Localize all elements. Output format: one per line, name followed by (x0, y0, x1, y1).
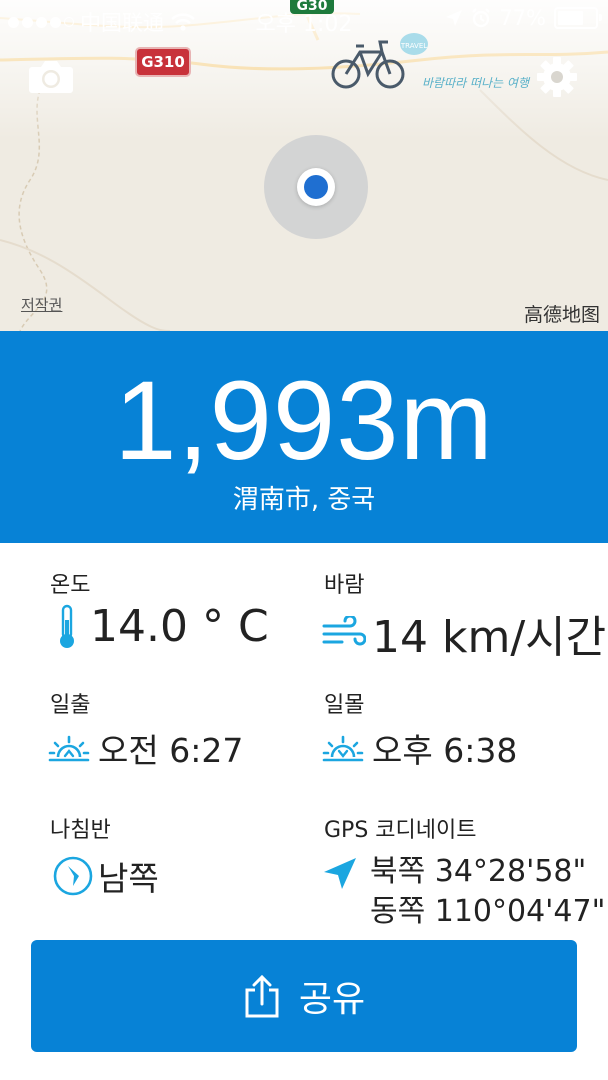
gps-icon-wrap (322, 856, 358, 890)
camera-icon (29, 61, 73, 93)
sunrise-icon (48, 735, 90, 762)
temperature-label: 온도 (50, 573, 91, 598)
gps-latitude: 북쪽 34°28'58" (370, 854, 587, 889)
compass-value: 남쪽 (98, 859, 159, 898)
current-location-marker[interactable] (297, 168, 335, 206)
compass-icon (53, 856, 93, 896)
sunset-value-row: 오후 6:38 (322, 724, 517, 772)
wind-value-row: 14 km/시간 (322, 601, 606, 665)
battery-icon (554, 7, 602, 29)
location-name: 渭南市, 중국 (232, 485, 376, 515)
settings-button[interactable] (536, 56, 578, 98)
wind-icon (322, 616, 366, 646)
gear-icon (537, 57, 577, 97)
elevation-value: 1,993m (114, 358, 494, 483)
gps-longitude: 동쪽 110°04'47" (370, 894, 606, 929)
elevation-panel: 1,993m 渭南市, 중국 (0, 331, 608, 543)
map-copyright-link[interactable]: 저작권 (21, 294, 62, 315)
logo-tagline: 바람따라 떠나는 여행 (422, 76, 529, 90)
temperature-value: 14.0 ° C (90, 601, 269, 652)
sunset-label: 일몰 (324, 693, 365, 718)
compass-label: 나침반 (50, 818, 111, 843)
location-arrow-icon (324, 858, 356, 889)
share-button[interactable]: 공유 (31, 940, 577, 1052)
sunset-value: 오후 6:38 (372, 731, 518, 770)
compass-value-row: 남쪽 (52, 852, 159, 900)
alarm-icon (472, 8, 491, 28)
location-services-icon (446, 10, 463, 26)
sunrise-value-row: 오전 6:27 (48, 724, 243, 772)
sunrise-value: 오전 6:27 (98, 731, 244, 770)
temperature-value-row: 14.0 ° C (56, 601, 269, 652)
road-shield-g310: G310 (135, 47, 191, 77)
camera-button[interactable] (28, 58, 74, 94)
map-view[interactable]: G30 G310 TRAVEL 바람따라 떠나는 여행 저작권 高德地图 (0, 0, 608, 331)
wind-value: 14 km/시간 (372, 612, 607, 663)
sunrise-label: 일출 (50, 693, 91, 718)
gps-label: GPS 코디네이트 (324, 818, 477, 843)
share-icon (245, 974, 279, 1018)
status-bar: 中国联通 오후 1:02 77% (0, 0, 608, 40)
battery-percent: 77% (499, 6, 546, 30)
thermometer-icon (60, 604, 74, 648)
status-right: 77% (445, 6, 602, 30)
logo-bubble-text: TRAVEL (400, 42, 427, 50)
gps-coordinates: 북쪽 34°28'58" 동쪽 110°04'47" (370, 852, 605, 932)
share-button-label: 공유 (298, 979, 366, 1020)
wind-label: 바람 (324, 573, 365, 598)
sunset-icon (322, 735, 364, 762)
map-provider-label: 高德地图 (523, 304, 600, 326)
